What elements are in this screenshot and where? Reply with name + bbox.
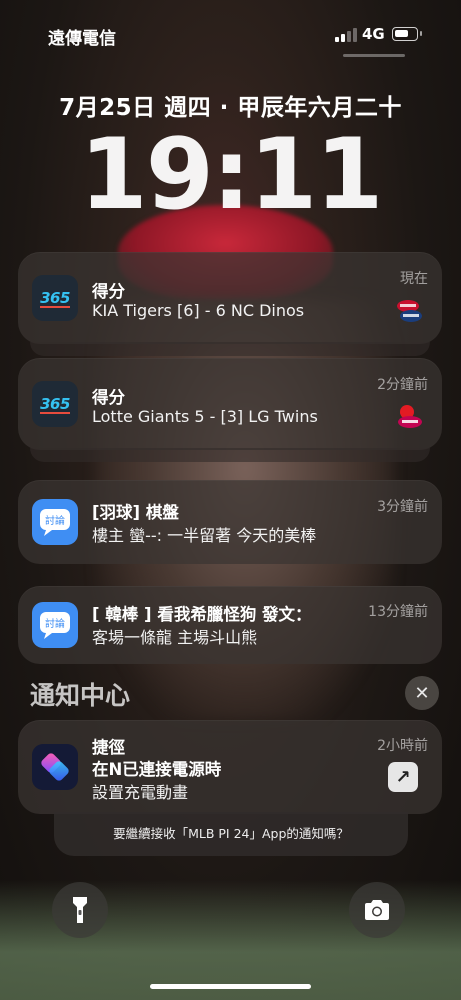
stacked-notifications-edge [30,342,430,356]
lotte-giants-lg-twins-logo [398,405,422,428]
notification-body: KIA Tigers [6] - 6 NC Dinos [92,301,305,320]
365-scores-icon: 365 [32,381,78,427]
stacked-notifications-edge [30,448,430,462]
battery-icon [392,27,422,41]
365-scores-icon: 365 [32,275,78,321]
lock-time: 19:11 [79,118,384,232]
home-indicator[interactable] [150,984,311,989]
notification-title: [ 韓棒 ] 看我希臘怪狗 發文： [92,605,312,624]
notification-title: 得分 [92,388,125,407]
notification-body: 設置充電動畫 [92,783,189,802]
flashlight-icon [73,897,87,923]
lock-date: 7月25日 週四 · 甲辰年六月二十 [59,95,402,121]
notification-subtitle: 在N已連接電源時 [92,760,222,779]
camera-button[interactable] [349,882,405,938]
signal-strength-icon [335,28,357,42]
notification-time: 3分鐘前 [377,499,428,515]
notification-card[interactable]: 365 得分 KIA Tigers [6] - 6 NC Dinos 現在 [18,252,442,344]
flashlight-button[interactable] [52,882,108,938]
open-shortcut-button[interactable]: ↗ [388,762,418,792]
svg-text:討論: 討論 [45,617,65,630]
close-icon: ✕ [414,682,430,704]
notification-card[interactable]: 討論 [ 韓棒 ] 看我希臘怪狗 發文： 客場一條龍 主場斗山熊 13分鐘前 [18,586,442,664]
camera-icon [365,900,389,920]
ptt-app-icon: 討論 [32,499,78,545]
notification-permission-prompt[interactable]: 要繼續接收「MLB PI 24」App的通知嗎？ [54,812,408,856]
network-type: 4G [362,25,385,43]
arrow-up-right-icon: ↗ [395,766,411,788]
shortcuts-icon [32,744,78,790]
notification-body: Lotte Giants 5 - [3] LG Twins [92,407,318,426]
notification-body: 樓主 蠻--: 一半留著 今天的美棒 [92,526,317,545]
status-bar: 遠傳電信 4G [0,0,461,60]
notification-time: 2小時前 [377,738,428,754]
carrier-name: 遠傳電信 [48,29,116,49]
notification-time: 現在 [400,271,428,287]
notification-body: 客場一條龍 主場斗山熊 [92,628,258,647]
control-center-indicator[interactable] [343,54,405,57]
notification-card[interactable]: 討論 [羽球] 棋盤 樓主 蠻--: 一半留著 今天的美棒 3分鐘前 [18,480,442,564]
notification-card[interactable]: 365 得分 Lotte Giants 5 - [3] LG Twins 2分鐘… [18,358,442,450]
notification-title: 捷徑 [92,738,125,757]
notification-time: 13分鐘前 [368,604,428,620]
notification-time: 2分鐘前 [377,377,428,393]
clear-notifications-button[interactable]: ✕ [405,676,439,710]
notification-title: [羽球] 棋盤 [92,503,179,522]
ptt-app-icon: 討論 [32,602,78,648]
svg-text:討論: 討論 [45,514,65,527]
notification-card[interactable]: 捷徑 在N已連接電源時 設置充電動畫 2小時前 ↗ [18,720,442,814]
notification-title: 得分 [92,282,125,301]
notification-center-title: 通知中心 [30,681,131,710]
kia-tigers-nc-dinos-logo [397,300,422,322]
